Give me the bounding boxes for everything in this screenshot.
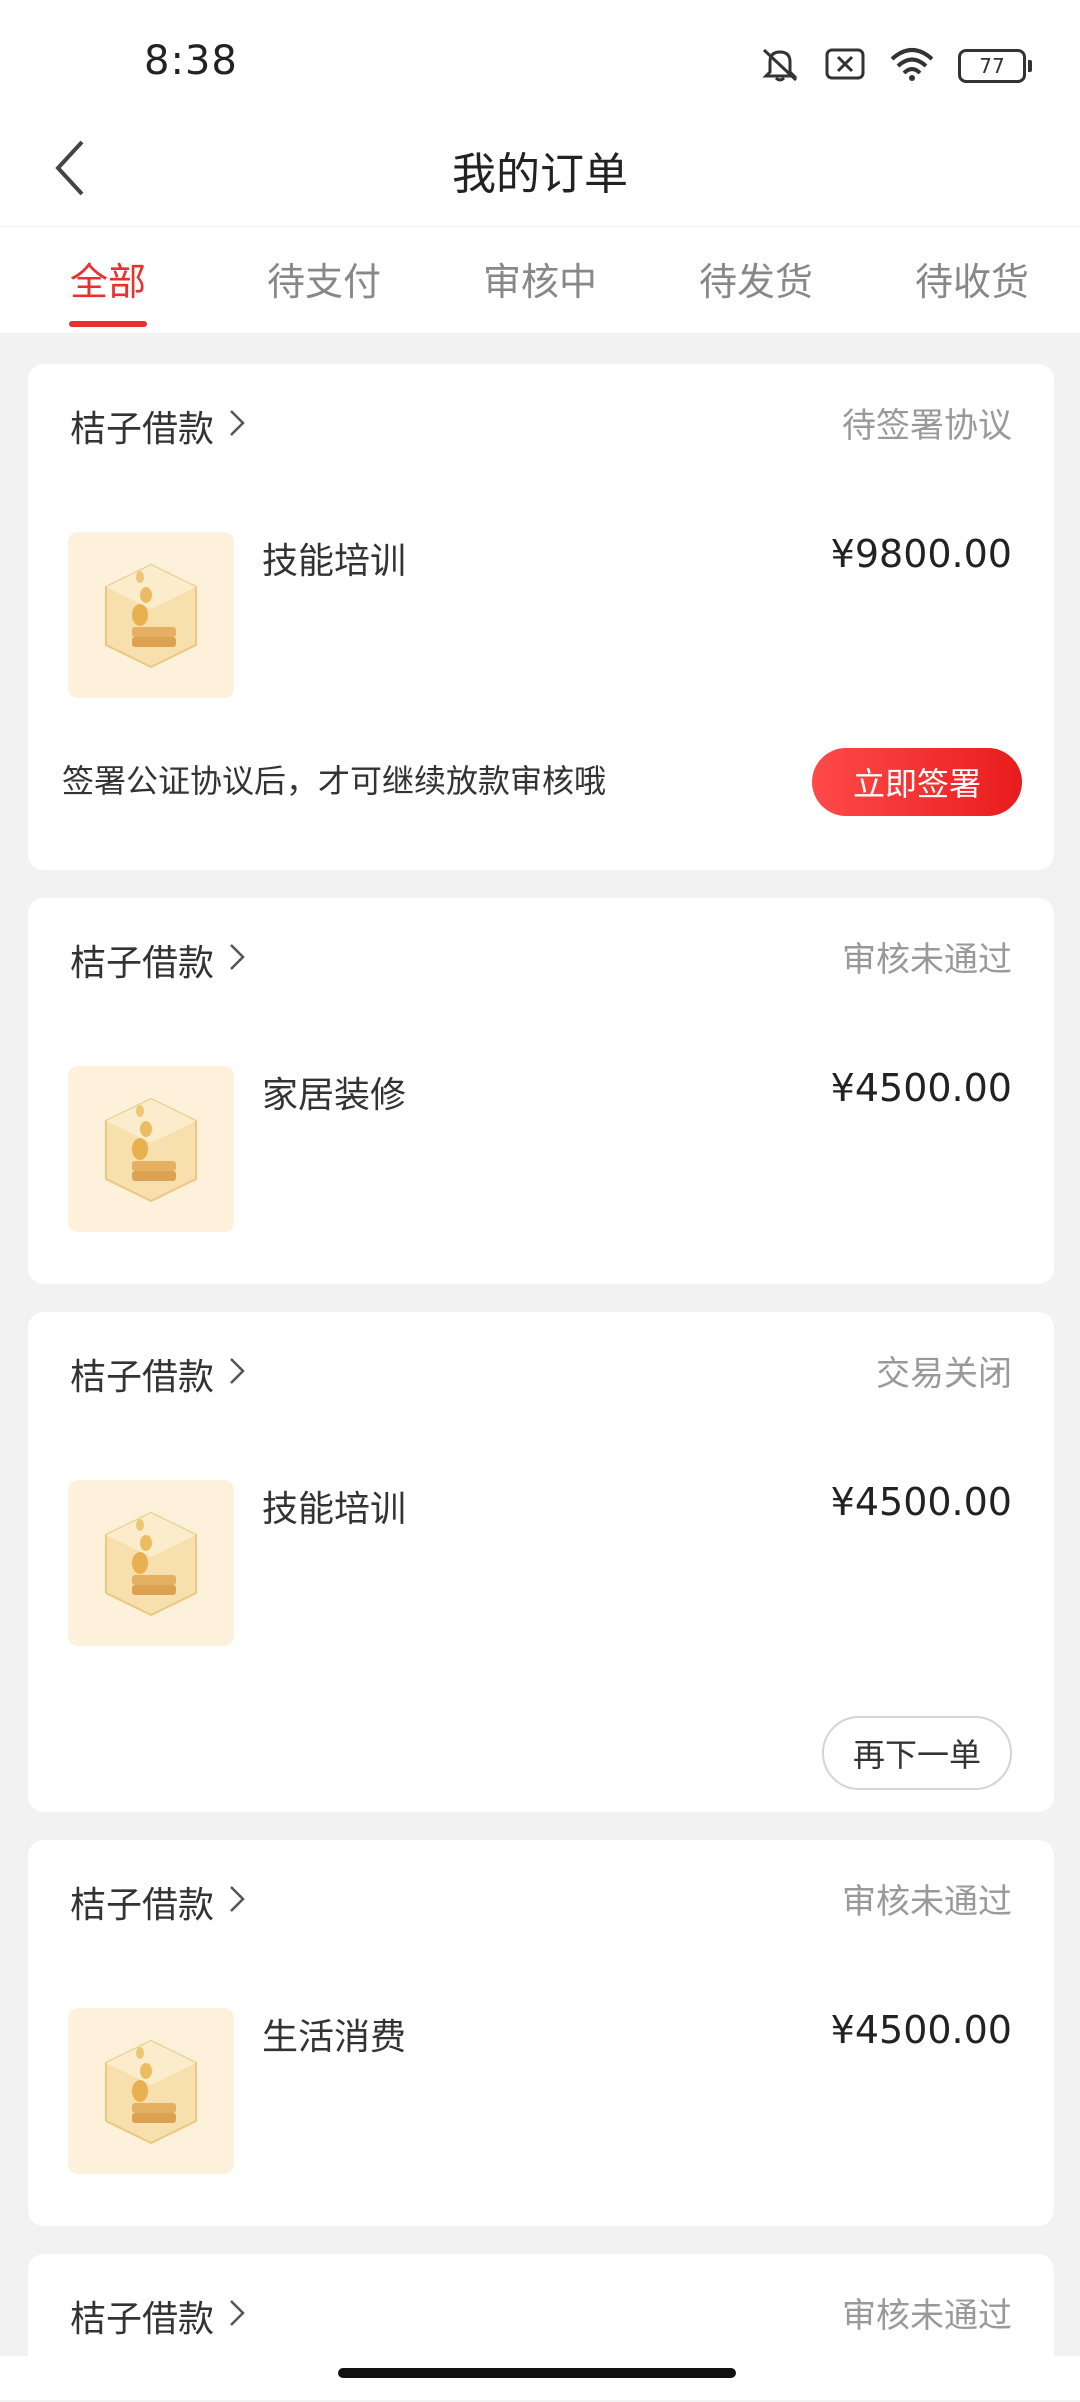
home-indicator[interactable] bbox=[338, 2368, 736, 2378]
order-price: ¥4500.00 bbox=[830, 2008, 1012, 2052]
active-tab-indicator bbox=[69, 321, 147, 327]
merchant-name: 桔子借款 bbox=[70, 1885, 215, 1926]
product-name: 技能培训 bbox=[262, 1489, 407, 1530]
product-thumbnail bbox=[68, 1066, 234, 1232]
order-tip: 签署公证协议后，才可继续放款审核哦 bbox=[62, 762, 607, 800]
order-list: 桔子借款 待签署协议 技能培训 ¥9800.00 签署公证协议后，才可继续放款审… bbox=[28, 364, 1054, 2402]
order-price: ¥4500.00 bbox=[830, 1480, 1012, 1524]
tab-label: 审核中 bbox=[482, 260, 597, 304]
status-bar: 8:38 77 bbox=[0, 0, 1080, 120]
order-tabs: 全部 待支付 审核中 待发货 待收货 bbox=[0, 227, 1080, 333]
product-thumbnail bbox=[68, 1480, 234, 1646]
merchant-link[interactable]: 桔子借款 bbox=[70, 1348, 246, 1400]
chevron-right-icon bbox=[228, 2296, 246, 2337]
tab-pending-payment[interactable]: 待支付 bbox=[216, 227, 432, 333]
reorder-button[interactable]: 再下一单 bbox=[822, 1716, 1012, 1790]
status-icons: 77 bbox=[758, 44, 1032, 88]
merchant-name: 桔子借款 bbox=[70, 2299, 215, 2340]
merchant-link[interactable]: 桔子借款 bbox=[70, 400, 246, 452]
wifi-icon bbox=[888, 45, 936, 87]
coin-box-icon bbox=[96, 2029, 206, 2153]
chevron-right-icon bbox=[228, 940, 246, 981]
tab-pending-receipt[interactable]: 待收货 bbox=[864, 227, 1080, 333]
tab-label: 待支付 bbox=[266, 260, 381, 304]
product-name: 家居装修 bbox=[262, 1075, 407, 1116]
order-card[interactable]: 桔子借款 审核未通过 家居装修 ¥4500.00 bbox=[28, 898, 1054, 1284]
order-card[interactable]: 桔子借款 交易关闭 技能培训 ¥4500.00 再下一单 bbox=[28, 1312, 1054, 1812]
merchant-name: 桔子借款 bbox=[70, 409, 215, 450]
nav-bar: 我的订单 bbox=[0, 120, 1080, 227]
tab-label: 待发货 bbox=[698, 260, 813, 304]
chevron-right-icon bbox=[228, 406, 246, 447]
chevron-right-icon bbox=[228, 1354, 246, 1395]
product-thumbnail bbox=[68, 532, 234, 698]
order-card[interactable]: 桔子借款 待签署协议 技能培训 ¥9800.00 签署公证协议后，才可继续放款审… bbox=[28, 364, 1054, 870]
product-thumbnail bbox=[68, 2008, 234, 2174]
coin-box-icon bbox=[96, 1087, 206, 1211]
order-status: 审核未通过 bbox=[842, 1882, 1012, 1922]
product-name: 技能培训 bbox=[262, 541, 407, 582]
merchant-name: 桔子借款 bbox=[70, 943, 215, 984]
order-card[interactable]: 桔子借款 审核未通过 生活消费 ¥4500.00 bbox=[28, 1840, 1054, 2226]
tab-label: 待收货 bbox=[914, 260, 1029, 304]
merchant-name: 桔子借款 bbox=[70, 1357, 215, 1398]
order-price: ¥4500.00 bbox=[830, 1066, 1012, 1110]
coin-box-icon bbox=[96, 553, 206, 677]
sim-off-icon bbox=[824, 46, 866, 86]
order-price: ¥9800.00 bbox=[830, 532, 1012, 576]
coin-box-icon bbox=[96, 1501, 206, 1625]
tab-all[interactable]: 全部 bbox=[0, 227, 216, 333]
chevron-right-icon bbox=[228, 1882, 246, 1923]
merchant-link[interactable]: 桔子借款 bbox=[70, 1876, 246, 1928]
merchant-link[interactable]: 桔子借款 bbox=[70, 934, 246, 986]
order-status: 审核未通过 bbox=[842, 2296, 1012, 2336]
order-status: 待签署协议 bbox=[842, 406, 1012, 446]
order-status: 审核未通过 bbox=[842, 940, 1012, 980]
merchant-link[interactable]: 桔子借款 bbox=[70, 2290, 246, 2342]
product-name: 生活消费 bbox=[262, 2017, 407, 2058]
sign-now-button[interactable]: 立即签署 bbox=[812, 748, 1022, 816]
tab-pending-shipment[interactable]: 待发货 bbox=[648, 227, 864, 333]
tab-under-review[interactable]: 审核中 bbox=[432, 227, 648, 333]
bottom-bar bbox=[0, 2356, 1080, 2400]
order-status: 交易关闭 bbox=[876, 1354, 1012, 1394]
status-time: 8:38 bbox=[144, 38, 238, 84]
battery-icon: 77 bbox=[958, 49, 1032, 83]
page-title: 我的订单 bbox=[452, 149, 628, 200]
mute-icon bbox=[758, 44, 802, 88]
